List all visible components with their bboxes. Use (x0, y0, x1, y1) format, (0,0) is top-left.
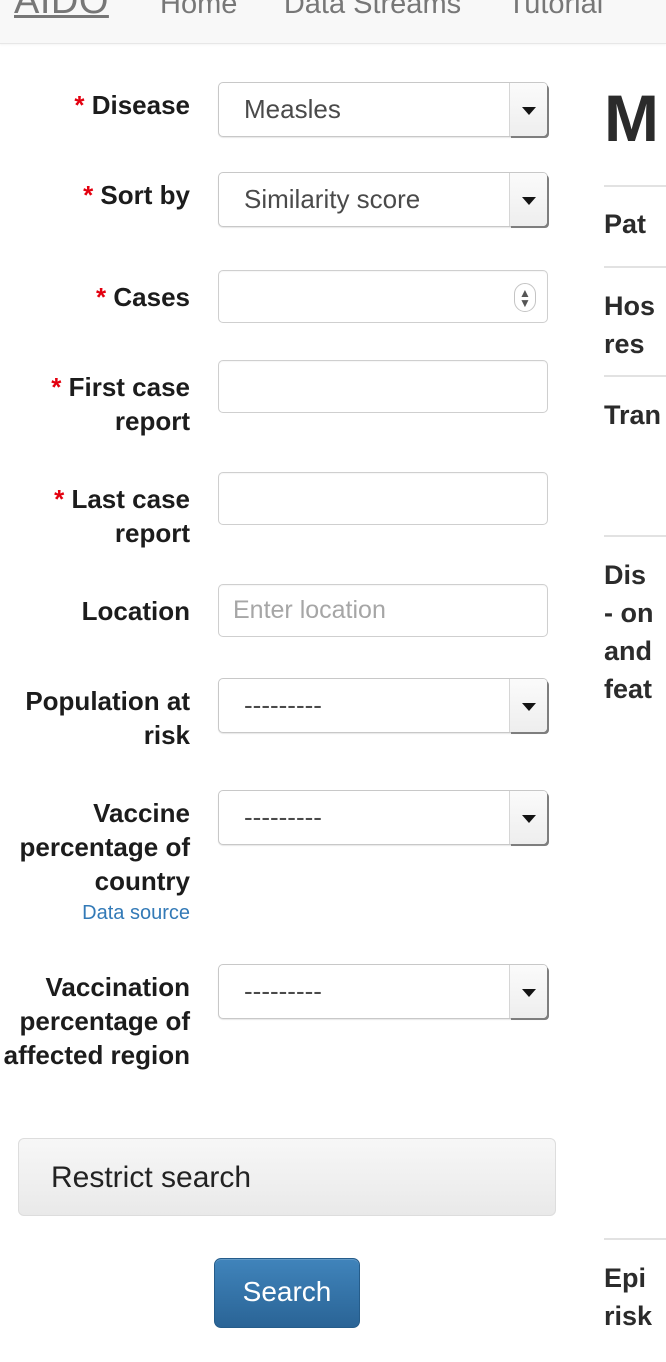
disease-select-button[interactable] (509, 83, 547, 136)
vaccine-percentage-select-value: --------- (244, 802, 322, 832)
control-vaccination-percentage-of-affected-region: --------- (218, 964, 548, 1021)
vaccination-region-select[interactable]: --------- (218, 964, 548, 1021)
nav-item-tutorial[interactable]: Tutorial (508, 0, 604, 19)
required-marker: * (54, 484, 65, 514)
result-item-host-reservoir: Hos res (604, 291, 656, 359)
sort-by-select-button[interactable] (509, 173, 547, 226)
control-cases: ▲ ▼ (218, 270, 548, 323)
control-first-case-report (218, 360, 548, 413)
required-marker: * (74, 90, 85, 120)
control-sort-by: Similarity score (218, 172, 548, 229)
chevron-down-icon (521, 988, 536, 997)
sort-by-select-value: Similarity score (244, 184, 421, 214)
result-item-disease-features: Dis - on and feat (604, 560, 654, 704)
nav-item-data-streams[interactable]: Data Streams (284, 0, 461, 19)
divider (604, 185, 666, 187)
divider (604, 1238, 666, 1240)
chevron-down-icon: ▼ (519, 295, 531, 310)
population-at-risk-select[interactable]: --------- (218, 678, 548, 735)
first-case-report-input[interactable] (218, 360, 548, 413)
divider (604, 375, 666, 377)
vaccine-percentage-select[interactable]: --------- (218, 790, 548, 847)
label-disease: * Disease (74, 90, 190, 120)
search-button[interactable]: Search (214, 1258, 360, 1328)
disease-select[interactable]: Measles (218, 82, 548, 139)
label-vaccine-percentage-of-country: Vaccine percentage of country Data sourc… (0, 796, 191, 928)
location-input[interactable] (218, 584, 548, 637)
chevron-down-icon (521, 814, 536, 823)
required-marker: * (51, 372, 62, 402)
navbar: AIDO Home Data Streams Tutorial (0, 0, 666, 44)
cases-input[interactable] (218, 270, 548, 323)
vaccination-region-select-button[interactable] (509, 965, 547, 1018)
label-vaccination-percentage-of-affected-region: Vaccination percentage of affected regio… (3, 972, 190, 1070)
result-item-patient: Pat (604, 209, 647, 239)
result-item-transmission: Tran (604, 400, 662, 430)
label-sort-by: * Sort by (83, 180, 190, 210)
control-disease: Measles (218, 82, 548, 139)
brand-logo[interactable]: AIDO (14, 0, 109, 20)
chevron-down-icon (521, 196, 536, 205)
label-cases: * Cases (96, 282, 190, 312)
restrict-search-panel-header[interactable]: Restrict search (18, 1138, 556, 1216)
restrict-search-label: Restrict search (51, 1161, 252, 1194)
nav-links: Home Data Streams Tutorial (160, 0, 645, 19)
label-first-case-report: * First case report (51, 372, 190, 436)
control-vaccine-percentage-of-country: --------- (218, 790, 548, 847)
vaccine-percentage-select-button[interactable] (509, 791, 547, 844)
divider (604, 266, 666, 268)
population-at-risk-select-button[interactable] (509, 679, 547, 732)
data-source-link[interactable]: Data source (0, 898, 190, 928)
chevron-down-icon (521, 702, 536, 711)
result-item-epi-risk: Epi risk (604, 1263, 653, 1331)
required-marker: * (96, 282, 107, 312)
cases-stepper[interactable]: ▲ ▼ (514, 283, 536, 312)
label-last-case-report: * Last case report (54, 484, 190, 548)
label-location: Location (81, 596, 190, 626)
control-last-case-report (218, 472, 548, 525)
divider (604, 535, 666, 537)
sort-by-select[interactable]: Similarity score (218, 172, 548, 229)
nav-item-home[interactable]: Home (160, 0, 237, 19)
page-root: AIDO Home Data Streams Tutorial * Diseas… (0, 0, 666, 1362)
control-population-at-risk: --------- (218, 678, 548, 735)
disease-select-value: Measles (244, 94, 341, 124)
results-title: M (604, 81, 659, 155)
required-marker: * (83, 180, 94, 210)
vaccination-region-select-value: --------- (244, 976, 322, 1006)
last-case-report-input[interactable] (218, 472, 548, 525)
label-population-at-risk: Population at risk (25, 686, 190, 750)
control-location (218, 584, 548, 637)
chevron-down-icon (521, 106, 536, 115)
population-at-risk-select-value: --------- (244, 690, 322, 720)
